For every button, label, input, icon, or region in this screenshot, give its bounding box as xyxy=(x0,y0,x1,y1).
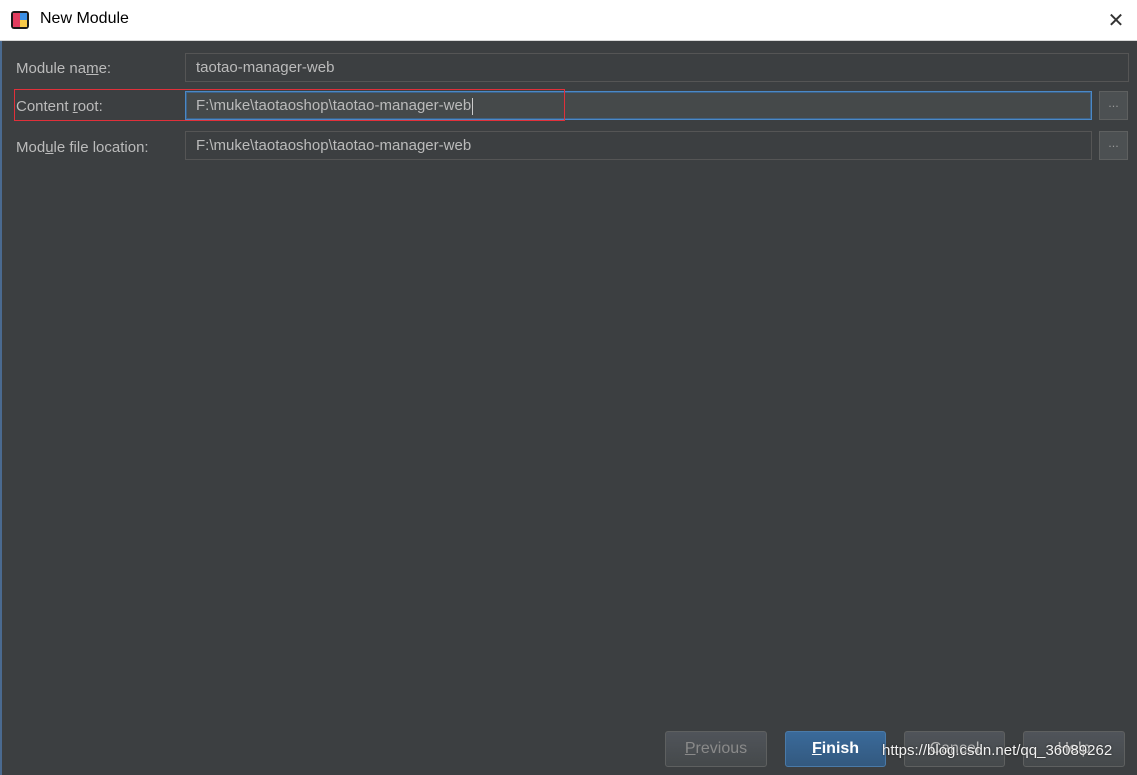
title-bar: New Module ✕ xyxy=(0,0,1137,41)
intellij-idea-icon xyxy=(11,11,29,29)
content-root-value: F:\muke\taotaoshop\taotao-manager-web xyxy=(196,97,472,114)
watermark: https://blog.csdn.net/qq_36089262 xyxy=(882,742,1113,759)
module-file-location-label: Module file location: xyxy=(16,139,149,156)
content-root-browse-button[interactable]: ... xyxy=(1099,91,1128,120)
finish-button[interactable]: Finish xyxy=(785,731,886,767)
module-file-location-field[interactable]: F:\muke\taotaoshop\taotao-manager-web xyxy=(185,131,1092,160)
window-title: New Module xyxy=(40,10,129,27)
previous-button[interactable]: Previous xyxy=(665,731,767,767)
module-name-field[interactable]: taotao-manager-web xyxy=(185,53,1129,82)
close-icon[interactable]: ✕ xyxy=(1103,6,1129,34)
module-file-location-browse-button[interactable]: ... xyxy=(1099,131,1128,160)
content-root-field[interactable]: F:\muke\taotaoshop\taotao-manager-web xyxy=(185,91,1092,120)
window-frame-edge xyxy=(0,41,2,775)
text-caret xyxy=(472,97,474,115)
module-name-label: Module name: xyxy=(16,60,112,77)
content-root-label: Content root: xyxy=(16,98,103,115)
